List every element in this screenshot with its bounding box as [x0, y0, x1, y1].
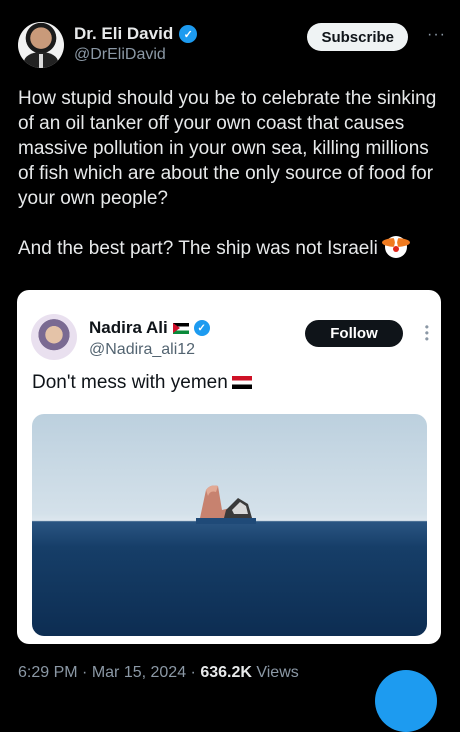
quoted-display-name[interactable]: Nadira Ali [89, 318, 168, 338]
quoted-more-icon[interactable]: • • • [425, 321, 429, 345]
tweet-paragraph-1: How stupid should you be to celebrate th… [18, 88, 437, 209]
verified-badge-icon: ✓ [179, 25, 198, 43]
sinking-ship-icon [196, 485, 256, 524]
verified-badge-icon: ✓ [193, 320, 210, 336]
author-handle[interactable]: @DrEliDavid [74, 46, 166, 64]
tweet-header: Dr. Eli David ✓ @DrEliDavid Subscribe ··… [18, 20, 446, 72]
quoted-name-row: Nadira Ali ✓ [89, 318, 210, 338]
follow-button[interactable]: Follow [305, 320, 403, 347]
views-label: Views [251, 664, 299, 681]
tweet-meta: 6:29 PM · Mar 15, 2024 · 636.2K Views [18, 664, 299, 682]
clown-face-icon [382, 236, 411, 258]
meta-separator: · [77, 664, 92, 681]
tweet-body: How stupid should you be to celebrate th… [18, 86, 446, 261]
quoted-author-avatar[interactable] [31, 314, 77, 360]
quoted-handle[interactable]: @Nadira_ali12 [89, 341, 195, 359]
compose-button[interactable] [375, 670, 437, 732]
tweet-time[interactable]: 6:29 PM [18, 664, 78, 681]
quoted-text: Don't mess with yemen [32, 372, 228, 393]
tweet-date[interactable]: Mar 15, 2024 [92, 664, 186, 681]
avatar-tie [39, 54, 43, 68]
author-display-name[interactable]: Dr. Eli David [74, 24, 173, 44]
quoted-tweet-text: Don't mess with yemen [32, 372, 252, 394]
tweet-paragraph-2: And the best part? The ship was not Isra… [18, 236, 446, 261]
author-avatar[interactable] [18, 22, 64, 68]
views-count: 636.2K [200, 664, 252, 681]
sinking-ship-photo[interactable] [32, 414, 427, 636]
quoted-tweet-card[interactable]: Nadira Ali ✓ @Nadira_ali12 Follow • • • Do… [17, 290, 441, 644]
palestine-flag-icon [172, 322, 189, 334]
meta-separator: · [186, 664, 201, 681]
subscribe-button[interactable]: Subscribe [307, 23, 408, 51]
more-options-icon[interactable]: ··· [427, 26, 446, 44]
tweet-paragraph-2-text: And the best part? The ship was not Isra… [18, 238, 378, 259]
yemen-flag-icon [231, 376, 252, 389]
author-name-row: Dr. Eli David ✓ [74, 24, 198, 44]
